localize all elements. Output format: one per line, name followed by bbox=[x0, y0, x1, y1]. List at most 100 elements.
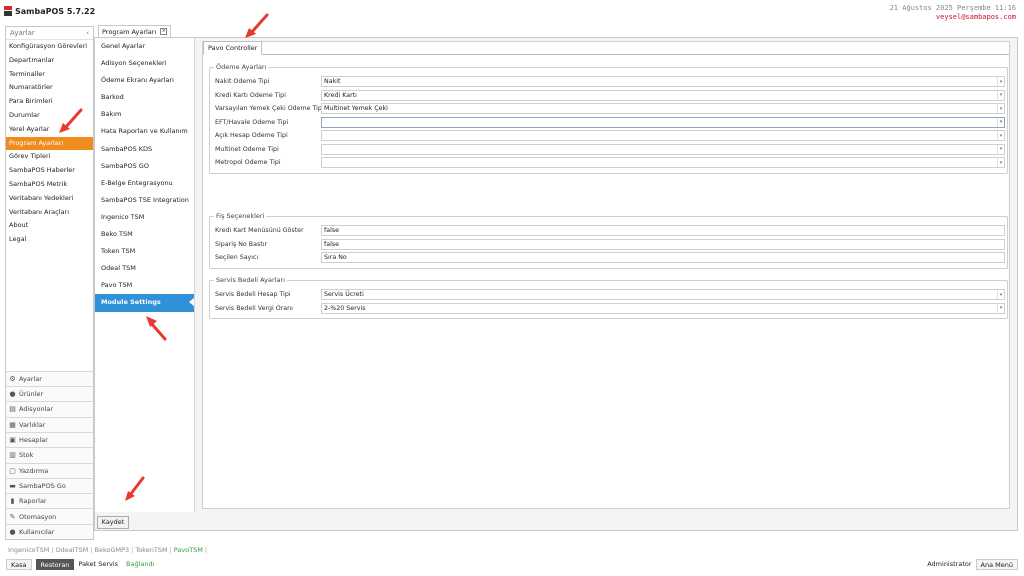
settings-item-bakim[interactable]: Bakım bbox=[95, 106, 194, 123]
setting-input[interactable]: false bbox=[321, 225, 1005, 236]
settings-item-e-belge-entegrasyonu[interactable]: E-Belge Entegrasyonu bbox=[95, 175, 194, 192]
setting-label: Multinet Ödeme Tipi bbox=[215, 145, 279, 153]
chevron-down-icon[interactable]: ▾ bbox=[997, 303, 1004, 313]
module-varliklar[interactable]: ▦ Varlıklar bbox=[6, 416, 93, 432]
sidebar-item-sambapos-haberler[interactable]: SambaPOS Haberler bbox=[6, 164, 93, 178]
status-bar: Kasa Restoran Paket Servis Bağlandı Admi… bbox=[0, 557, 1024, 571]
settings-item-sambapos-go[interactable]: SambaPOS GO bbox=[95, 158, 194, 175]
setting-input[interactable]: Sıra No bbox=[321, 252, 1005, 263]
chevron-down-icon[interactable]: ▾ bbox=[997, 77, 1004, 86]
settings-item-ingenico-tsm[interactable]: Ingenico TSM bbox=[95, 209, 194, 226]
main-menu-button[interactable]: Ana Menü bbox=[975, 558, 1018, 570]
settings-item-sambapos-kds[interactable]: SambaPOS KDS bbox=[95, 141, 194, 158]
field-value: false bbox=[324, 240, 339, 248]
sidebar-item-departmanlar[interactable]: Departmanlar bbox=[6, 54, 93, 68]
close-icon[interactable]: × bbox=[160, 28, 168, 35]
sidebar-item-sambapos-metrik[interactable]: SambaPOS Metrik bbox=[6, 178, 93, 192]
setting-select[interactable]: ▾ bbox=[321, 143, 1005, 155]
setting-label: Açık Hesap Ödeme Tipi bbox=[215, 132, 288, 139]
chevron-down-icon[interactable]: ▾ bbox=[997, 104, 1004, 113]
setting-label: Metropol Ödeme Tipi bbox=[215, 159, 281, 166]
restoran-button[interactable]: Restoran bbox=[35, 558, 75, 570]
setting-select[interactable]: ▾ bbox=[321, 130, 1005, 141]
collapse-icon[interactable]: ‹ bbox=[86, 29, 89, 37]
module-sambapos-go[interactable]: ▬ SambaPOS Go bbox=[6, 477, 93, 494]
module-label: Kullanıcılar bbox=[19, 527, 55, 536]
kasa-button[interactable]: Kasa bbox=[6, 558, 32, 570]
module-otomasyon[interactable]: ✎ Otomasyon bbox=[6, 508, 93, 524]
module-stok[interactable]: ▥ Stok bbox=[6, 447, 93, 463]
paket-servis-button[interactable]: Paket Servis bbox=[78, 560, 118, 568]
setting-label: Seçilen Sayıcı bbox=[215, 254, 259, 261]
sidebar-item-konfigurasyon-gorevleri[interactable]: Konfigürasyon Görevleri bbox=[6, 40, 93, 54]
device-status-list: IngenicoTSM | OdealTSM | BekoGMP3 | TokenTSM | P… bbox=[8, 546, 209, 554]
settings-item-pavo-tsm[interactable]: Pavo TSM bbox=[95, 277, 194, 294]
setting-select[interactable]: ▾ bbox=[321, 116, 1005, 128]
sidebar-item-durumlar[interactable]: Durumlar bbox=[6, 109, 93, 123]
setting-select[interactable]: 2-%20 Servis ▾ bbox=[321, 302, 1005, 314]
sidebar-item-gorev-tipleri[interactable]: Görev Tipleri bbox=[6, 150, 93, 164]
settings-item-token-tsm[interactable]: Token TSM bbox=[95, 243, 194, 260]
setting-select[interactable]: Kredi Kartı ▾ bbox=[321, 89, 1005, 101]
module-urunler[interactable]: ● Ürünler bbox=[6, 386, 93, 402]
sidebar-item-numaratorler[interactable]: Numaratörler bbox=[6, 81, 93, 95]
chevron-down-icon[interactable]: ▾ bbox=[997, 290, 1004, 299]
save-button[interactable]: Kaydet bbox=[97, 516, 129, 529]
sidebar-item-para-birimleri[interactable]: Para Birimleri bbox=[6, 95, 93, 109]
chevron-down-icon[interactable]: ▾ bbox=[997, 144, 1004, 154]
settings-sidebar: Ayarlar ‹ Konfigürasyon Görevleri Departm… bbox=[5, 26, 94, 540]
device-separator: | bbox=[169, 546, 172, 554]
setting-input[interactable]: false bbox=[321, 238, 1005, 250]
settings-item-barkod[interactable]: Barkod bbox=[95, 89, 194, 106]
tab-pavo-controller[interactable]: Pavo Controller bbox=[203, 41, 263, 55]
chevron-down-icon[interactable]: ▾ bbox=[997, 158, 1004, 167]
setting-row: EFT/Havale Ödeme Tipi ▾ bbox=[215, 116, 1005, 128]
chevron-down-icon[interactable]: ▾ bbox=[997, 131, 1004, 140]
settings-item-beko-tsm[interactable]: Beko TSM bbox=[95, 226, 194, 243]
module-kullanicilar[interactable]: ● Kullanıcılar bbox=[6, 523, 93, 539]
app-logo: SambaPOS 5.7.22 bbox=[4, 6, 95, 16]
chevron-down-icon[interactable]: ▾ bbox=[997, 90, 1004, 100]
setting-select[interactable]: Nakit ▾ bbox=[321, 76, 1005, 87]
settings-item-odeme-ekrani-ayarlari[interactable]: Ödeme Ekranı Ayarları bbox=[95, 72, 194, 89]
tab-program-ayarlari[interactable]: Program Ayarları × bbox=[98, 25, 172, 37]
module-adisyonlar[interactable]: ▤ Adisyonlar bbox=[6, 401, 93, 417]
sidebar-item-terminaller[interactable]: Terminaller bbox=[6, 68, 93, 82]
stock-icon: ▥ bbox=[9, 451, 16, 460]
group-fis-secenekleri: Fiş Seçenekleri Kredi Kart Menüsünü Göste… bbox=[209, 212, 1008, 269]
setting-row: Kredi Kartı Ödeme Tipi Kredi Kartı ▾ bbox=[215, 89, 1005, 101]
setting-select[interactable]: ▾ bbox=[321, 157, 1005, 168]
sidebar-item-veritabani-yedekleri[interactable]: Veritabanı Yedekleri bbox=[6, 192, 93, 206]
setting-label: Varsayılan Yemek Çeki Ödeme Tipi bbox=[215, 105, 321, 112]
settings-item-adisyon-secenekleri[interactable]: Adisyon Seçenekleri bbox=[95, 55, 194, 72]
calculator-icon: ▣ bbox=[9, 436, 16, 445]
sidebar-item-program-ayarlari[interactable]: Program Ayarları bbox=[6, 136, 93, 151]
app-title: SambaPOS 5.7.22 bbox=[15, 6, 96, 16]
settings-item-odeal-tsm[interactable]: Odeal TSM bbox=[95, 260, 194, 277]
setting-select[interactable]: Servis Ücreti ▾ bbox=[321, 289, 1005, 300]
sidebar-item-yerel-ayarlar[interactable]: Yerel Ayarlar bbox=[6, 123, 93, 137]
title-bar: SambaPOS 5.7.22 21 Ağustos 2025 Perşembe… bbox=[0, 0, 1024, 22]
connection-status: Bağlandı bbox=[126, 560, 155, 568]
settings-item-hata-raporlari-ve-kullanim[interactable]: Hata Raporları ve Kullanım bbox=[95, 123, 194, 140]
sidebar-item-veritabani-araclari[interactable]: Veritabanı Araçları bbox=[6, 206, 93, 220]
settings-item-sambapos-tse-integration[interactable]: SambaPOS TSE Integration bbox=[95, 192, 194, 209]
user-email: veysel@sambapos.com bbox=[935, 13, 1016, 21]
module-yazdirma[interactable]: ▢ Yazdırma bbox=[6, 462, 93, 478]
sidebar-item-about[interactable]: About bbox=[6, 219, 93, 233]
device-odealtsm: OdealTSM bbox=[55, 546, 89, 554]
device-separator: | bbox=[51, 546, 54, 554]
ticket-icon: ▤ bbox=[9, 405, 16, 414]
device-separator: | bbox=[204, 546, 208, 554]
setting-row: Servis Bedeli Hesap Tipi Servis Ücreti ▾ bbox=[215, 289, 1005, 300]
setting-select[interactable]: Multinet Yemek Çeki ▾ bbox=[321, 103, 1005, 114]
module-hesaplar[interactable]: ▣ Hesaplar bbox=[6, 431, 93, 448]
setting-row: Nakit Ödeme Tipi Nakit ▾ bbox=[215, 76, 1005, 87]
module-ayarlar[interactable]: ⚙ Ayarlar bbox=[6, 370, 93, 387]
settings-item-genel-ayarlar[interactable]: Genel Ayarlar bbox=[95, 38, 194, 55]
setting-label: EFT/Havale Ödeme Tipi bbox=[215, 118, 289, 126]
settings-item-module-settings[interactable]: Module Settings bbox=[95, 294, 194, 312]
sidebar-item-legal[interactable]: Legal bbox=[6, 233, 93, 247]
module-raporlar[interactable]: ▮ Raporlar bbox=[6, 493, 93, 509]
chevron-down-icon[interactable]: ▾ bbox=[997, 117, 1004, 127]
